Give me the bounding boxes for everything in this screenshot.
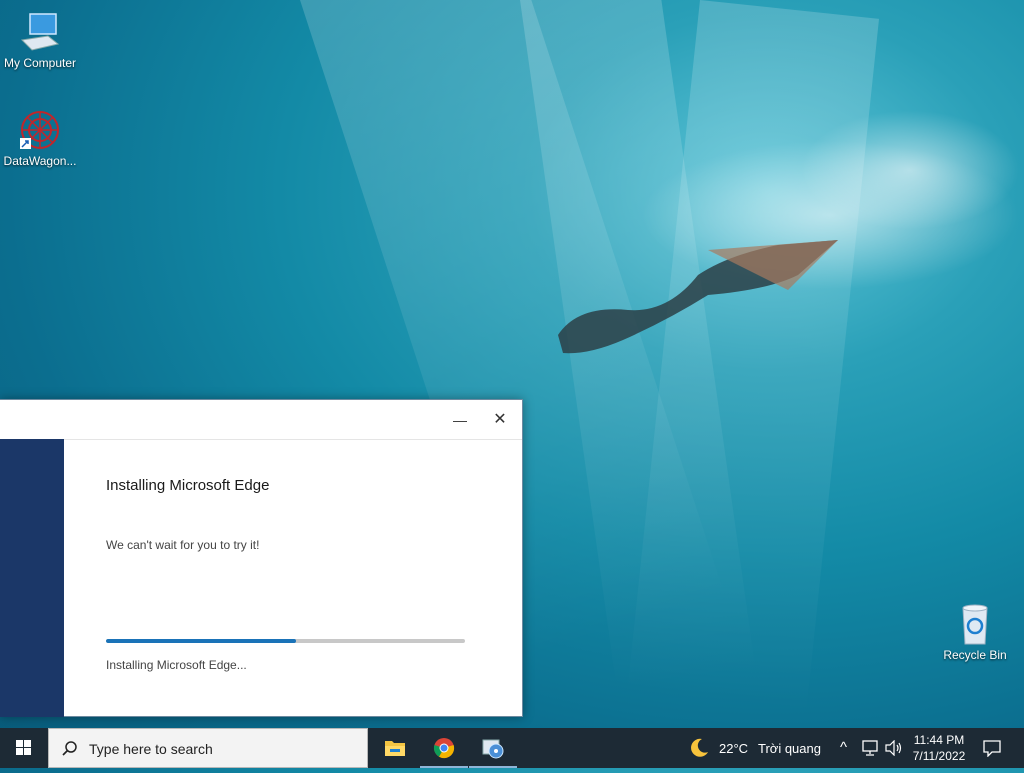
taskbar-clock[interactable]: 11:44 PM 7/11/2022 — [906, 732, 972, 764]
moon-icon — [691, 738, 708, 757]
minimize-button[interactable]: — — [442, 406, 478, 434]
clock-time: 11:44 PM — [913, 733, 965, 747]
windows-logo-icon — [16, 740, 31, 755]
clock-date: 7/11/2022 — [912, 749, 966, 763]
volume-icon[interactable] — [885, 740, 903, 756]
search-icon — [62, 741, 77, 756]
close-button[interactable]: ✕ — [482, 406, 518, 434]
installer-title: Installing Microsoft Edge — [106, 477, 270, 494]
desktop-icon-datawagon[interactable]: DataWagon... — [0, 108, 80, 168]
edge-installer-window: — ✕ Installing Microsoft Edge We can't w… — [0, 399, 523, 717]
installer-side-panel — [0, 439, 64, 717]
network-icon[interactable] — [862, 740, 880, 756]
taskbar-search-box[interactable]: Type here to search — [48, 728, 368, 768]
desktop-icon-label: DataWagon... — [3, 154, 77, 168]
install-progress-fill — [106, 639, 297, 643]
weather-condition: Trời quang — [758, 741, 821, 756]
datawagon-icon — [18, 108, 62, 152]
installer-status-text: Installing Microsoft Edge... — [106, 658, 247, 672]
desktop-icon-label: Recycle Bin — [943, 648, 1007, 662]
desktop-icon-my-computer[interactable]: My Computer — [0, 10, 80, 70]
taskbar-installer[interactable] — [469, 728, 517, 768]
file-explorer-icon — [385, 741, 405, 756]
taskbar-chrome[interactable] — [420, 728, 468, 768]
diver-image — [558, 240, 838, 354]
window-titlebar[interactable]: — ✕ — [0, 400, 522, 440]
recycle-bin-icon — [953, 602, 997, 646]
start-button[interactable] — [0, 728, 48, 768]
desktop-icon-recycle-bin[interactable]: Recycle Bin — [935, 602, 1015, 662]
weather-widget[interactable]: 22°C Trời quang — [686, 728, 836, 768]
chrome-icon — [433, 738, 455, 759]
notifications-icon[interactable] — [982, 739, 1002, 757]
install-progress-bar — [106, 639, 465, 643]
taskbar-file-explorer[interactable] — [371, 728, 419, 768]
installer-subtitle: We can't wait for you to try it! — [106, 538, 260, 552]
installer-app-icon — [482, 739, 504, 759]
show-hidden-icons-chevron[interactable]: ^ — [840, 739, 847, 756]
search-placeholder: Type here to search — [89, 741, 213, 757]
desktop-icon-label: My Computer — [3, 56, 77, 70]
taskbar: Type here to search 22°C Trời quang ^ 11… — [0, 728, 1024, 768]
computer-icon — [18, 10, 62, 54]
weather-temperature: 22°C — [719, 741, 749, 756]
